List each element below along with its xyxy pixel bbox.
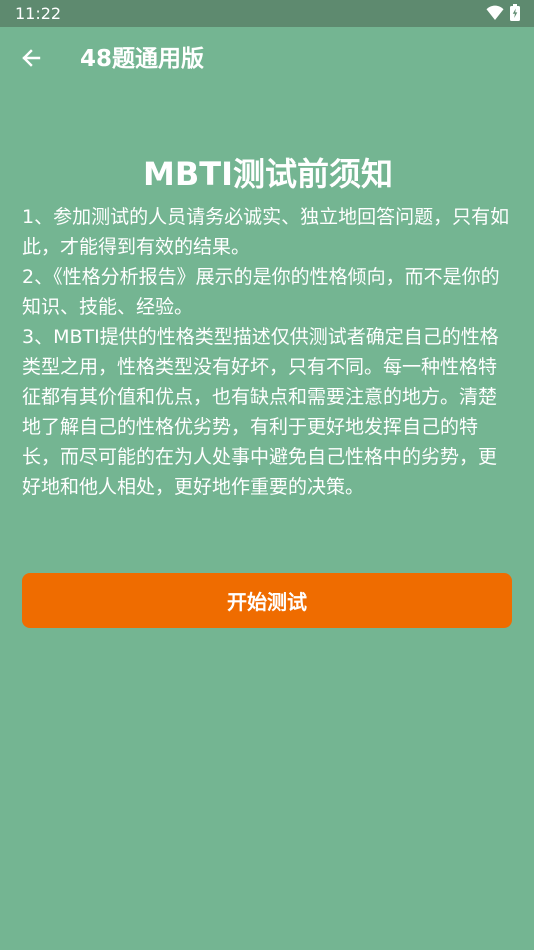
page-title: 48题通用版	[80, 46, 205, 72]
status-icons	[486, 4, 520, 25]
notice-paragraph-2: 2、《性格分析报告》展示的是你的性格倾向，而不是你的知识、技能、经验。	[22, 266, 500, 318]
start-test-button[interactable]: 开始测试	[22, 573, 512, 628]
notice-paragraph-1: 1、参加测试的人员请务必诚实、独立地回答问题，只有如此，才能得到有效的结果。	[22, 206, 510, 258]
app-bar: 48题通用版	[0, 27, 534, 91]
back-button[interactable]	[14, 43, 48, 77]
status-time: 11:22	[15, 4, 62, 23]
notice-heading: MBTI测试前须知	[143, 155, 393, 193]
battery-charging-icon	[510, 4, 520, 25]
notice-content: MBTI测试前须知 1、参加测试的人员请务必诚实、独立地回答问题，只有如此，才能…	[22, 140, 514, 502]
arrow-left-icon	[21, 48, 41, 72]
notice-paragraph-3: 3、MBTI提供的性格类型描述仅供测试者确定自己的性格类型之用，性格类型没有好坏…	[22, 326, 499, 498]
wifi-icon	[486, 5, 504, 25]
status-bar: 11:22	[0, 0, 534, 27]
